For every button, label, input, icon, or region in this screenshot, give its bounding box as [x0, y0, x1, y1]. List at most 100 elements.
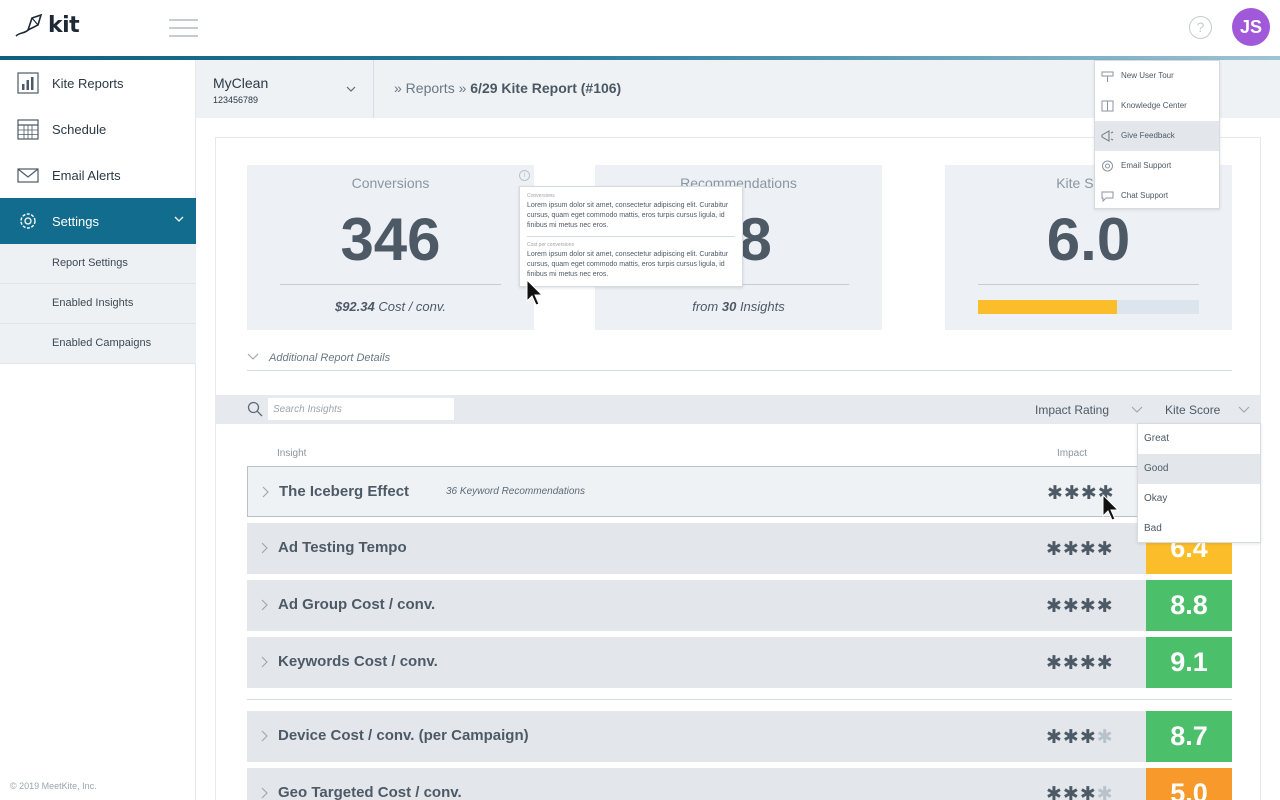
sidebar-subitem-label: Enabled Campaigns — [52, 337, 152, 349]
help-item-knowledge-center[interactable]: Knowledge Center — [1095, 91, 1219, 121]
mouse-cursor-icon — [1102, 494, 1120, 521]
stat-value: 6.0 — [1046, 206, 1131, 273]
sidebar-item-label: Schedule — [52, 121, 107, 137]
tooltip-body: Lorem ipsum dolor sit amet, consectetur … — [527, 202, 729, 229]
sidebar-subitem-enabled-campaigns[interactable]: Enabled Campaigns — [0, 324, 196, 364]
stat-sub-prefix: from — [692, 299, 722, 314]
calendar-icon — [17, 119, 39, 140]
help-item-give-feedback[interactable]: Give Feedback — [1095, 121, 1219, 151]
help-icon[interactable]: ? — [1189, 16, 1212, 39]
star-icon: ✱ — [1046, 783, 1063, 800]
account-selector[interactable]: MyClean 123456789 — [196, 60, 374, 118]
bar-chart-icon — [17, 72, 39, 94]
star-icon: ✱ — [1047, 482, 1064, 504]
chevron-down-icon[interactable] — [1131, 405, 1143, 414]
sidebar-subitem-label: Enabled Insights — [52, 297, 134, 309]
at-sign-icon — [1102, 160, 1113, 172]
chevron-right-icon — [261, 542, 268, 554]
star-empty-icon: ✱ — [1096, 726, 1114, 748]
top-bar: kit ? JS — [0, 0, 1280, 56]
menu-toggle-icon[interactable] — [169, 19, 198, 37]
star-icon: ✱ — [1046, 726, 1063, 748]
sidebar: Kite Reports Schedule Email Alerts Setti… — [0, 60, 196, 800]
insight-row[interactable]: The Iceberg Effect 36 Keyword Recommendat… — [247, 466, 1232, 517]
avatar[interactable]: JS — [1232, 8, 1270, 46]
insight-row[interactable]: Ad Group Cost / conv. ✱✱✱✱ 8.8 — [247, 580, 1232, 631]
kite-score-badge: 8.7 — [1146, 711, 1232, 762]
mouse-cursor-icon — [526, 279, 544, 306]
kite-logo-icon — [15, 13, 43, 37]
impact-rating: ✱✱✱✱ — [1046, 538, 1114, 560]
stat-sub-suffix: Cost / conv. — [374, 299, 447, 314]
insight-row[interactable]: Keywords Cost / conv. ✱✱✱✱ 9.1 — [247, 637, 1232, 688]
insight-row[interactable]: Device Cost / conv. (per Campaign) ✱✱✱✱ 8.… — [247, 711, 1232, 762]
chevron-right-icon — [261, 730, 268, 742]
sidebar-subitem-enabled-insights[interactable]: Enabled Insights — [0, 284, 196, 324]
chevron-down-icon — [247, 353, 259, 360]
logo[interactable]: kit — [14, 12, 80, 38]
conversions-tooltip: Conversions Lorem ipsum dolor sit amet, … — [519, 186, 743, 287]
impact-rating: ✱✱✱✱ — [1046, 726, 1114, 748]
kite-score-badge: 9.1 — [1146, 637, 1232, 688]
insights-count: 30 — [721, 299, 737, 314]
insight-name: Geo Targeted Cost / conv. — [278, 784, 462, 800]
dropdown-option-bad[interactable]: Bad — [1138, 514, 1260, 544]
star-icon: ✱ — [1063, 482, 1081, 504]
insight-row[interactable]: Ad Testing Tempo ✱✱✱✱ 6.4 — [247, 523, 1232, 574]
impact-rating: ✱✱✱✱ — [1046, 652, 1114, 674]
sidebar-subitem-label: Report Settings — [52, 257, 128, 269]
stat-sub-suffix: Insights — [736, 299, 785, 314]
column-header-insight: Insight — [277, 448, 307, 459]
tooltip-heading: Conversions — [527, 193, 555, 199]
help-menu: New User Tour Knowledge Center Give Feed… — [1094, 60, 1220, 209]
sidebar-item-kite-reports[interactable]: Kite Reports — [0, 60, 196, 106]
star-icon: ✱ — [1062, 595, 1080, 617]
help-item-chat-support[interactable]: Chat Support — [1095, 181, 1219, 211]
star-icon: ✱ — [1079, 726, 1097, 748]
sidebar-item-label: Kite Reports — [52, 75, 124, 91]
impact-rating-filter[interactable]: Impact Rating — [1035, 403, 1109, 417]
chat-bubble-icon — [1101, 191, 1114, 202]
divider — [280, 284, 501, 285]
search-icon — [247, 401, 263, 417]
insight-name: Ad Group Cost / conv. — [278, 596, 436, 613]
book-icon — [1101, 100, 1114, 112]
kite-score-filter[interactable]: Kite Score — [1165, 403, 1220, 417]
signpost-icon — [1101, 71, 1114, 82]
chevron-down-icon — [174, 216, 184, 222]
dropdown-option-good[interactable]: Good — [1138, 454, 1260, 484]
dropdown-option-great[interactable]: Great — [1138, 424, 1260, 454]
stat-value: 346 — [340, 206, 441, 273]
divider — [247, 699, 1232, 700]
sidebar-item-settings[interactable]: Settings — [0, 198, 196, 244]
star-icon: ✱ — [1096, 538, 1114, 560]
conversions-stat: Conversions 346 $92.34 Cost / conv. — [247, 165, 534, 330]
kite-score-dropdown: Great Good Okay Bad — [1137, 423, 1261, 543]
search-input[interactable] — [268, 398, 454, 420]
logo-wordmark: kit — [48, 12, 80, 38]
breadcrumb-current: 6/29 Kite Report (#106) — [470, 80, 622, 96]
star-icon: ✱ — [1079, 538, 1097, 560]
sidebar-subitem-report-settings[interactable]: Report Settings — [0, 244, 196, 284]
breadcrumb-reports-link[interactable]: » Reports » — [394, 80, 470, 96]
star-icon: ✱ — [1079, 652, 1097, 674]
impact-rating: ✱✱✱✱ — [1046, 783, 1114, 800]
column-header-impact: Impact — [1057, 448, 1088, 459]
star-icon: ✱ — [1080, 482, 1098, 504]
help-item-email-support[interactable]: Email Support — [1095, 151, 1219, 181]
insight-row[interactable]: Geo Targeted Cost / conv. ✱✱✱✱ 5.0 — [247, 768, 1232, 800]
help-item-new-user-tour[interactable]: New User Tour — [1095, 61, 1219, 91]
star-icon: ✱ — [1096, 652, 1114, 674]
chevron-down-icon[interactable] — [1238, 405, 1250, 414]
chevron-right-icon — [262, 486, 269, 498]
sidebar-item-email-alerts[interactable]: Email Alerts — [0, 152, 196, 198]
impact-rating: ✱✱✱✱ — [1046, 595, 1114, 617]
sidebar-item-label: Email Alerts — [52, 167, 121, 183]
info-icon[interactable]: i — [519, 170, 530, 181]
dropdown-option-okay[interactable]: Okay — [1138, 484, 1260, 514]
tooltip-heading: Cost per conversions — [527, 242, 574, 248]
chevron-right-icon — [261, 656, 268, 668]
sidebar-item-schedule[interactable]: Schedule — [0, 106, 196, 152]
breadcrumb: » Reports » 6/29 Kite Report (#106) — [394, 80, 621, 96]
star-icon: ✱ — [1046, 595, 1063, 617]
